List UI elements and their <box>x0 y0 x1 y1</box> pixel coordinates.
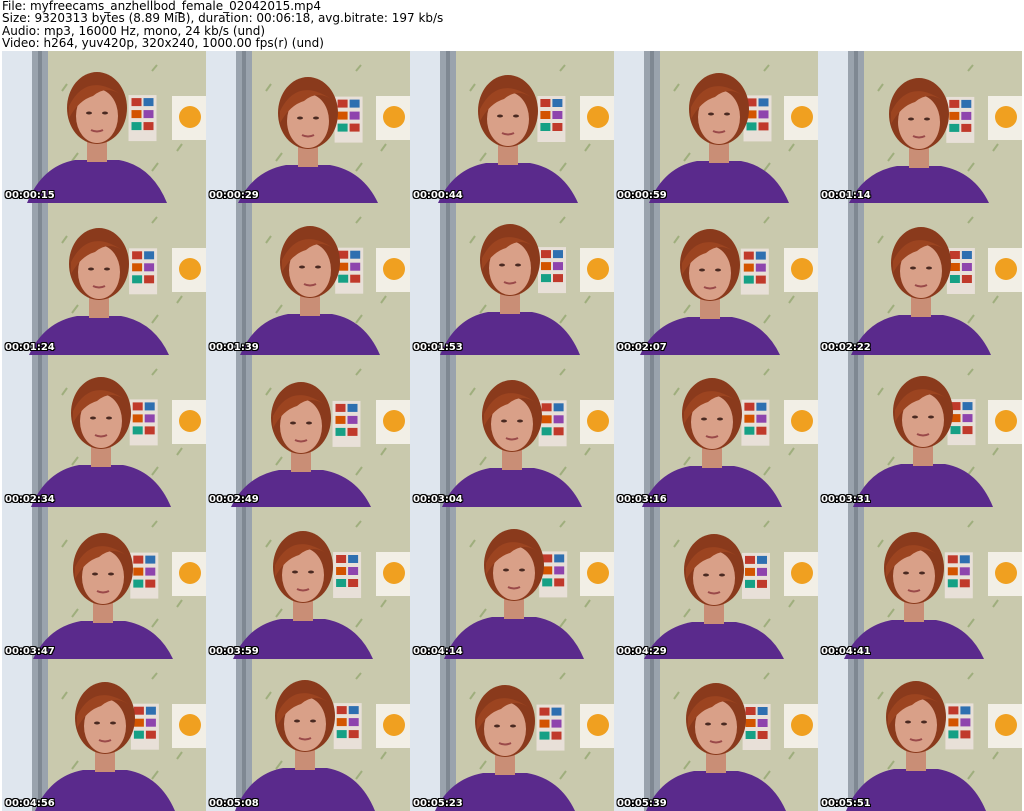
video-thumbnail: 00:05:08 <box>206 659 410 811</box>
video-thumbnail: 00:04:14 <box>410 507 614 659</box>
video-thumbnail: 00:01:24 <box>2 203 206 355</box>
thumbnail-timestamp: 00:01:53 <box>413 342 463 353</box>
video-thumbnail: 00:05:23 <box>410 659 614 811</box>
thumbnail-timestamp: 00:00:44 <box>413 190 463 201</box>
webcam-frame-image <box>614 51 818 203</box>
thumbnail-timestamp: 00:03:47 <box>5 646 55 657</box>
video-thumbnail: 00:00:29 <box>206 51 410 203</box>
thumbnail-timestamp: 00:04:41 <box>821 646 871 657</box>
webcam-frame-image <box>818 659 1022 811</box>
video-thumbnail: 00:02:49 <box>206 355 410 507</box>
video-thumbnail: 00:00:15 <box>2 51 206 203</box>
thumbnail-timestamp: 00:02:34 <box>5 494 55 505</box>
thumbnail-timestamp: 00:02:49 <box>209 494 259 505</box>
thumbnail-timestamp: 00:03:31 <box>821 494 871 505</box>
thumbnail-timestamp: 00:03:59 <box>209 646 259 657</box>
thumbnail-timestamp: 00:05:23 <box>413 798 463 809</box>
webcam-frame-image <box>2 355 206 507</box>
webcam-frame-image <box>2 659 206 811</box>
webcam-frame-image <box>2 203 206 355</box>
thumbnail-grid: 00:00:15 00:00:29 00:00:44 00:00:59 00:01:14… <box>2 51 1022 811</box>
thumbnail-timestamp: 00:04:14 <box>413 646 463 657</box>
webcam-frame-image <box>206 659 410 811</box>
video-thumbnail: 00:04:41 <box>818 507 1022 659</box>
video-thumbnail: 00:00:59 <box>614 51 818 203</box>
webcam-frame-image <box>2 507 206 659</box>
thumbnail-timestamp: 00:00:29 <box>209 190 259 201</box>
webcam-frame-image <box>206 203 410 355</box>
webcam-frame-image <box>410 203 614 355</box>
thumbnail-timestamp: 00:01:14 <box>821 190 871 201</box>
webcam-frame-image <box>206 51 410 203</box>
thumbnail-timestamp: 00:05:51 <box>821 798 871 809</box>
thumbnail-timestamp: 00:00:15 <box>5 190 55 201</box>
webcam-frame-image <box>818 507 1022 659</box>
webcam-frame-image <box>410 659 614 811</box>
video-thumbnail: 00:03:47 <box>2 507 206 659</box>
video-thumbnail: 00:02:07 <box>614 203 818 355</box>
webcam-frame-image <box>614 507 818 659</box>
webcam-frame-image <box>410 507 614 659</box>
video-thumbnail: 00:03:16 <box>614 355 818 507</box>
thumbnail-timestamp: 00:01:39 <box>209 342 259 353</box>
video-thumbnail: 00:05:39 <box>614 659 818 811</box>
video-thumbnail: 00:01:14 <box>818 51 1022 203</box>
webcam-frame-image <box>206 507 410 659</box>
thumbnail-timestamp: 00:04:29 <box>617 646 667 657</box>
video-thumbnail: 00:02:34 <box>2 355 206 507</box>
webcam-frame-image <box>2 51 206 203</box>
thumbnail-timestamp: 00:05:39 <box>617 798 667 809</box>
video-info-line: Video: h264, yuv420p, 320x240, 1000.00 f… <box>2 36 324 51</box>
webcam-frame-image <box>410 51 614 203</box>
video-thumbnail: 00:03:04 <box>410 355 614 507</box>
webcam-frame-image <box>206 355 410 507</box>
thumbnail-timestamp: 00:04:56 <box>5 798 55 809</box>
thumbnail-timestamp: 00:00:59 <box>617 190 667 201</box>
thumbnail-timestamp: 00:03:04 <box>413 494 463 505</box>
thumbnail-timestamp: 00:01:24 <box>5 342 55 353</box>
webcam-frame-image <box>614 203 818 355</box>
thumbnail-timestamp: 00:02:07 <box>617 342 667 353</box>
webcam-frame-image <box>614 659 818 811</box>
video-thumbnail: 00:04:29 <box>614 507 818 659</box>
video-thumbnail: 00:03:59 <box>206 507 410 659</box>
video-thumbnail: 00:03:31 <box>818 355 1022 507</box>
webcam-frame-image <box>410 355 614 507</box>
webcam-frame-image <box>818 203 1022 355</box>
thumbnail-timestamp: 00:02:22 <box>821 342 871 353</box>
thumbnail-timestamp: 00:05:08 <box>209 798 259 809</box>
webcam-frame-image <box>818 51 1022 203</box>
video-thumbnail: 00:01:39 <box>206 203 410 355</box>
webcam-frame-image <box>818 355 1022 507</box>
file-info-header: File: myfreecams_anzhellbod_female_02042… <box>2 0 1022 50</box>
video-thumbnail: 00:01:53 <box>410 203 614 355</box>
webcam-frame-image <box>614 355 818 507</box>
video-thumbnail: 00:02:22 <box>818 203 1022 355</box>
video-thumbnail: 00:05:51 <box>818 659 1022 811</box>
file-size-line: Size: 9320313 bytes (8.89 MiB), duration… <box>2 11 444 26</box>
thumbnail-timestamp: 00:03:16 <box>617 494 667 505</box>
video-thumbnail: 00:00:44 <box>410 51 614 203</box>
video-thumbnail: 00:04:56 <box>2 659 206 811</box>
